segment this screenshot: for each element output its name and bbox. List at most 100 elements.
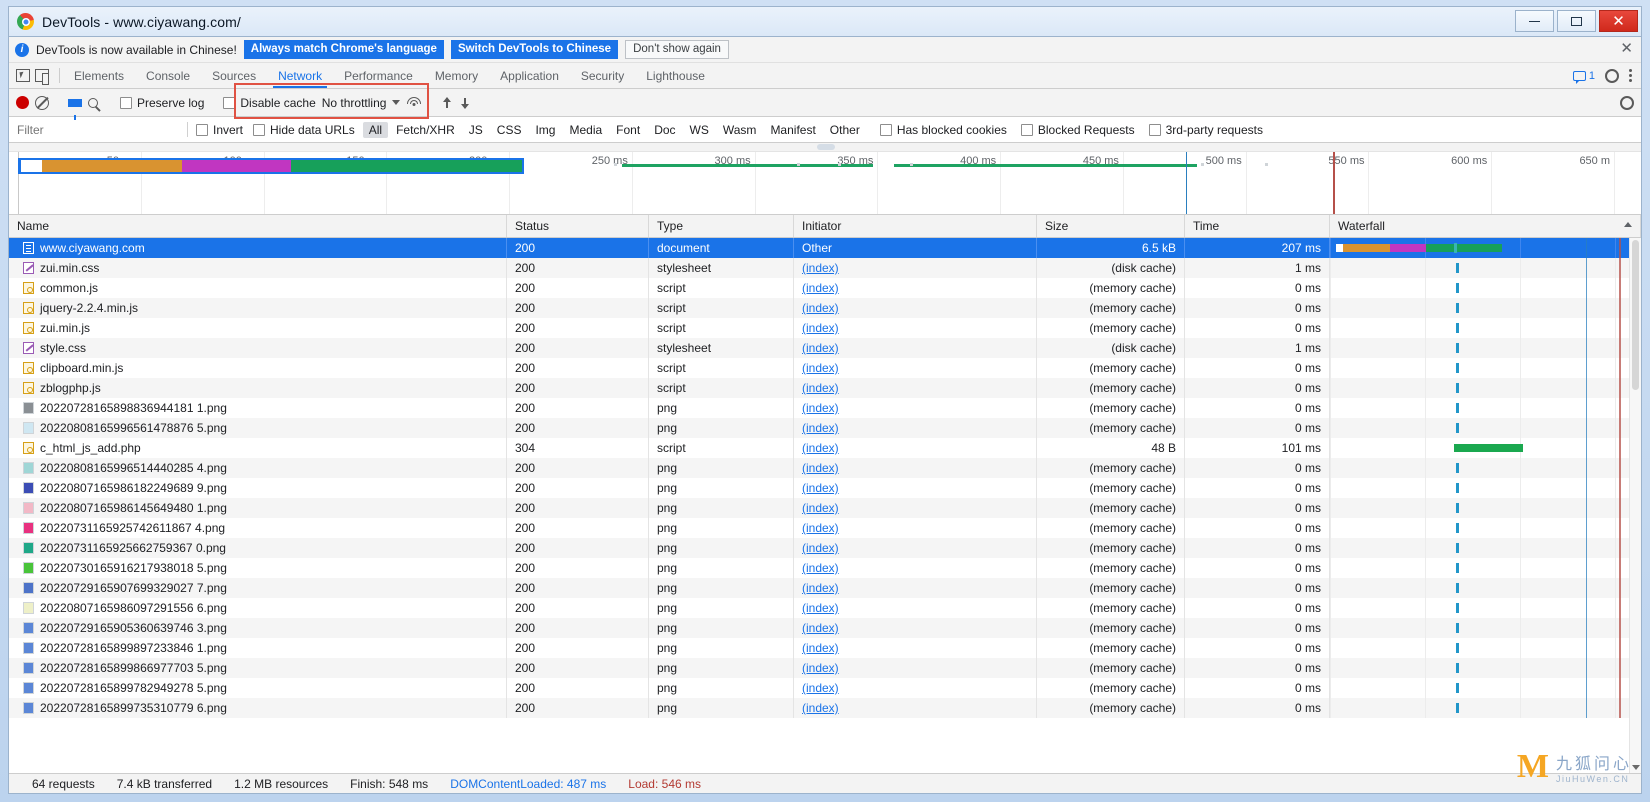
device-toolbar-icon[interactable] <box>35 69 49 85</box>
blocked-requests-checkbox[interactable]: Blocked Requests <box>1020 123 1135 137</box>
initiator-link[interactable]: (index) <box>802 441 839 455</box>
table-row[interactable]: www.ciyawang.com 200 document Other 6.5 kB 20… <box>9 238 1641 258</box>
table-row[interactable]: 20220729165907699329027 7.png 200 png (inde… <box>9 578 1641 598</box>
type-filter-img[interactable]: Img <box>529 122 561 138</box>
table-scrollbar[interactable] <box>1629 238 1641 773</box>
tab-console[interactable]: Console <box>135 63 201 88</box>
funnel-filter-icon[interactable] <box>68 98 82 120</box>
initiator-link[interactable]: (index) <box>802 341 839 355</box>
table-row[interactable]: style.css 200 stylesheet (index) (disk cache… <box>9 338 1641 358</box>
initiator-link[interactable]: (index) <box>802 561 839 575</box>
initiator-link[interactable]: (index) <box>802 361 839 375</box>
type-filter-manifest[interactable]: Manifest <box>764 122 821 138</box>
initiator-link[interactable]: (index) <box>802 381 839 395</box>
type-filter-js[interactable]: JS <box>463 122 489 138</box>
column-header-waterfall[interactable]: Waterfall <box>1330 215 1641 237</box>
download-har-icon[interactable] <box>459 96 471 110</box>
table-row[interactable]: 20220728165899782949278 5.png 200 png (inde… <box>9 678 1641 698</box>
type-filter-doc[interactable]: Doc <box>648 122 681 138</box>
table-row[interactable]: 20220728165899866977703 5.png 200 png (inde… <box>9 658 1641 678</box>
table-row[interactable]: c_html_js_add.php 304 script (index) 48 B 101… <box>9 438 1641 458</box>
type-filter-css[interactable]: CSS <box>491 122 528 138</box>
column-header-name[interactable]: Name <box>9 215 507 237</box>
network-overview-timeline[interactable]: 50 ms100 ms150 ms200 ms250 ms300 ms350 m… <box>9 143 1641 215</box>
switch-to-chinese-button[interactable]: Switch DevTools to Chinese <box>450 40 619 59</box>
initiator-link[interactable]: (index) <box>802 481 839 495</box>
sort-ascending-icon[interactable] <box>1624 222 1632 227</box>
close-icon[interactable]: ✕ <box>1620 41 1633 57</box>
initiator-link[interactable]: (index) <box>802 321 839 335</box>
initiator-link[interactable]: (index) <box>802 661 839 675</box>
filter-input[interactable] <box>9 117 179 142</box>
network-conditions-icon[interactable] <box>406 96 422 110</box>
invert-checkbox[interactable]: Invert <box>196 123 243 137</box>
upload-har-icon[interactable] <box>441 96 453 110</box>
table-row[interactable]: jquery-2.2.4.min.js 200 script (index) (memo… <box>9 298 1641 318</box>
column-header-initiator[interactable]: Initiator <box>794 215 1037 237</box>
record-button-icon[interactable] <box>16 96 29 109</box>
table-row[interactable]: 20220731165925742611867 4.png 200 png (inde… <box>9 518 1641 538</box>
initiator-link[interactable]: (index) <box>802 521 839 535</box>
tab-lighthouse[interactable]: Lighthouse <box>635 63 716 88</box>
table-row[interactable]: clipboard.min.js 200 script (index) (memory … <box>9 358 1641 378</box>
third-party-requests-checkbox[interactable]: 3rd-party requests <box>1148 123 1263 137</box>
minimize-button[interactable] <box>1515 10 1554 32</box>
table-row[interactable]: 20220808165996514440285 4.png 200 png (inde… <box>9 458 1641 478</box>
table-row[interactable]: zui.min.css 200 stylesheet (index) (disk cac… <box>9 258 1641 278</box>
initiator-link[interactable]: (index) <box>802 641 839 655</box>
column-header-status[interactable]: Status <box>507 215 649 237</box>
table-row[interactable]: common.js 200 script (index) (memory cache) 0… <box>9 278 1641 298</box>
initiator-link[interactable]: (index) <box>802 261 839 275</box>
tab-sources[interactable]: Sources <box>201 63 267 88</box>
always-match-language-button[interactable]: Always match Chrome's language <box>243 40 444 59</box>
scroll-grabber-icon[interactable] <box>816 144 835 150</box>
table-row[interactable]: zblogphp.js 200 script (index) (memory cache… <box>9 378 1641 398</box>
initiator-link[interactable]: (index) <box>802 421 839 435</box>
table-row[interactable]: 20220729165905360639746 3.png 200 png (inde… <box>9 618 1641 638</box>
tab-elements[interactable]: Elements <box>63 63 135 88</box>
table-row[interactable]: 20220731165925662759367 0.png 200 png (inde… <box>9 538 1641 558</box>
preserve-log-checkbox[interactable]: Preserve log <box>120 96 204 110</box>
tab-security[interactable]: Security <box>570 63 635 88</box>
dont-show-again-button[interactable]: Don't show again <box>625 40 729 59</box>
has-blocked-cookies-checkbox[interactable]: Has blocked cookies <box>879 123 1007 137</box>
disable-cache-checkbox[interactable]: Disable cache <box>223 96 316 110</box>
tab-memory[interactable]: Memory <box>424 63 489 88</box>
tab-network[interactable]: Network <box>267 63 333 88</box>
initiator-link[interactable]: (index) <box>802 301 839 315</box>
maximize-button[interactable] <box>1557 10 1596 32</box>
throttling-select[interactable]: No throttling <box>322 96 387 110</box>
column-header-time[interactable]: Time <box>1185 215 1330 237</box>
table-row[interactable]: 20220728165898836944181 1.png 200 png (inde… <box>9 398 1641 418</box>
scrollbar-thumb[interactable] <box>1632 240 1639 390</box>
initiator-link[interactable]: (index) <box>802 681 839 695</box>
table-row[interactable]: 20220807165986182249689 9.png 200 png (inde… <box>9 478 1641 498</box>
initiator-link[interactable]: (index) <box>802 621 839 635</box>
initiator-link[interactable]: (index) <box>802 281 839 295</box>
table-row[interactable]: 20220728165899735310779 6.png 200 png (inde… <box>9 698 1641 718</box>
table-row[interactable]: zui.min.js 200 script (index) (memory cache)… <box>9 318 1641 338</box>
message-count-badge[interactable]: 1 <box>1572 70 1595 84</box>
chevron-down-icon[interactable] <box>392 100 401 105</box>
initiator-link[interactable]: (index) <box>802 581 839 595</box>
search-icon[interactable] <box>88 97 98 108</box>
initiator-link[interactable]: (index) <box>802 501 839 515</box>
type-filter-ws[interactable]: WS <box>684 122 715 138</box>
initiator-link[interactable]: (index) <box>802 701 839 715</box>
initiator-link[interactable]: (index) <box>802 401 839 415</box>
table-row[interactable]: 20220807165986145649480 1.png 200 png (inde… <box>9 498 1641 518</box>
initiator-link[interactable]: (index) <box>802 461 839 475</box>
type-filter-wasm[interactable]: Wasm <box>717 122 763 138</box>
table-row[interactable]: 20220730165916217938018 5.png 200 png (inde… <box>9 558 1641 578</box>
type-filter-fetch-xhr[interactable]: Fetch/XHR <box>390 122 461 138</box>
hide-data-urls-checkbox[interactable]: Hide data URLs <box>253 123 355 137</box>
overview-scroll-handle[interactable] <box>9 143 1641 152</box>
inspect-element-icon[interactable] <box>16 69 30 82</box>
table-row[interactable]: 20220728165899897233846 1.png 200 png (inde… <box>9 638 1641 658</box>
type-filter-all[interactable]: All <box>362 121 389 138</box>
chevron-down-icon[interactable] <box>1632 765 1640 770</box>
type-filter-font[interactable]: Font <box>610 122 646 138</box>
column-header-size[interactable]: Size <box>1037 215 1185 237</box>
type-filter-other[interactable]: Other <box>824 122 866 138</box>
tab-application[interactable]: Application <box>489 63 570 88</box>
